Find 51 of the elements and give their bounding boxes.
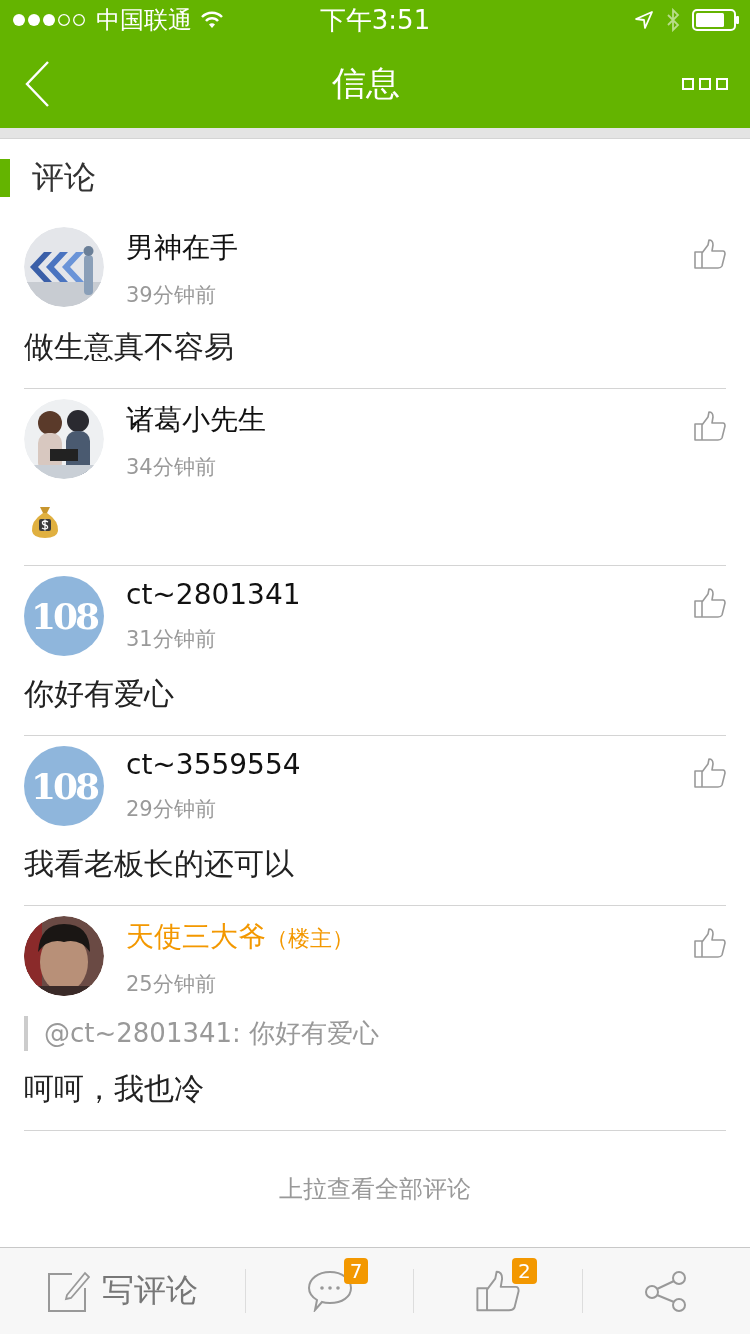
comment-text: 做生意真不容易 xyxy=(24,328,235,366)
edit-icon xyxy=(47,1270,90,1312)
likes-button[interactable]: 2 xyxy=(414,1248,582,1334)
comment-time: 25分钟前 xyxy=(126,971,217,998)
load-more-hint[interactable]: 上拉查看全部评论 xyxy=(279,1173,471,1205)
back-button[interactable] xyxy=(24,60,50,108)
user-name[interactable]: ct~3559554 xyxy=(126,748,301,781)
page-title: 信息 xyxy=(332,62,400,105)
comments-button[interactable]: 7 xyxy=(246,1248,414,1334)
signal-icon xyxy=(12,13,88,27)
more-icon xyxy=(682,77,728,91)
thumbs-up-icon xyxy=(694,239,726,269)
comment-time: 39分钟前 xyxy=(126,282,217,309)
like-button[interactable] xyxy=(694,239,726,269)
avatar-logo[interactable]: 108 xyxy=(24,746,104,826)
user-name[interactable]: 诸葛小先生 xyxy=(126,401,266,439)
user-name[interactable]: 天使三大爷 xyxy=(126,918,266,956)
comment-text: 你好有爱心 xyxy=(24,675,175,713)
like-button[interactable] xyxy=(694,411,726,441)
section-title: 评论 xyxy=(32,157,96,198)
like-button[interactable] xyxy=(694,928,726,958)
thumbs-up-icon xyxy=(476,1270,520,1312)
like-count-badge: 2 xyxy=(512,1258,537,1284)
location-icon xyxy=(634,10,654,30)
owner-tag: （楼主） xyxy=(266,924,354,954)
wifi-icon xyxy=(200,11,224,29)
comment-text: 我看老板长的还可以 xyxy=(24,845,295,883)
section-marker xyxy=(0,159,10,197)
speech-bubble-icon xyxy=(306,1270,353,1312)
thumbs-up-icon xyxy=(694,928,726,958)
like-button[interactable] xyxy=(694,588,726,618)
comment-time: 29分钟前 xyxy=(126,796,217,823)
thumbs-up-icon xyxy=(694,758,726,788)
user-name[interactable]: 男神在手 xyxy=(126,229,238,267)
user-name[interactable]: ct~2801341 xyxy=(126,578,301,611)
comment-time: 31分钟前 xyxy=(126,626,217,653)
battery-icon xyxy=(692,9,740,31)
carrier-name: 中国联通 xyxy=(96,5,192,36)
avatar-logo[interactable]: 108 xyxy=(24,576,104,656)
back-icon xyxy=(24,60,50,108)
write-comment-button[interactable]: 写评论 xyxy=(0,1248,245,1334)
thumbs-up-icon xyxy=(694,411,726,441)
thumbs-up-icon xyxy=(694,588,726,618)
comment-text: 呵呵，我也冷 xyxy=(24,1070,205,1108)
quoted-comment: @ct~2801341: 你好有爱心 xyxy=(24,1016,726,1051)
comment-time: 34分钟前 xyxy=(126,454,217,481)
bluetooth-icon xyxy=(666,8,680,32)
status-time: 下午3:51 xyxy=(319,3,431,37)
like-button[interactable] xyxy=(694,758,726,788)
more-button[interactable] xyxy=(682,77,728,91)
comment-count-badge: 7 xyxy=(343,1258,369,1284)
